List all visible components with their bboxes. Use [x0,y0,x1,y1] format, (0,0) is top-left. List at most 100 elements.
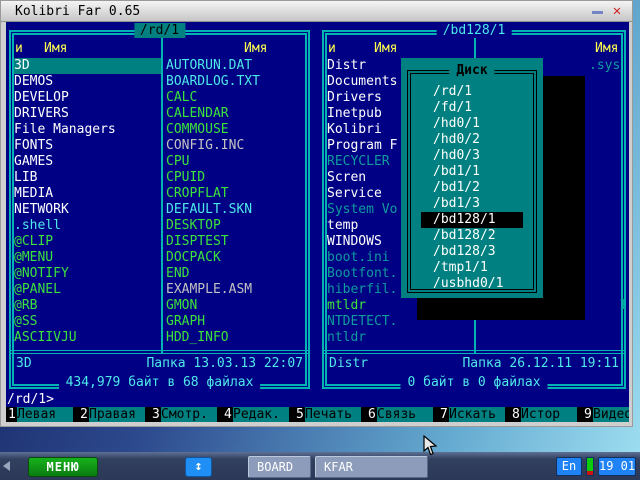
fkey-number: 9 [584,407,593,422]
file-item[interactable]: BOARDLOG.TXT [166,74,309,90]
file-item[interactable]: @MENU [14,250,161,266]
fkey-label: Левая [17,407,73,422]
left-panel-file-list-col1: 3DDEMOSDEVELOPDRIVERSFile ManagersFONTSG… [14,58,161,346]
file-item[interactable]: File Managers [14,122,161,138]
updown-arrows-icon[interactable]: ↕ [185,457,212,477]
file-item[interactable]: CPU [166,154,309,170]
column-header-name[interactable]: Имя [595,41,618,57]
file-item[interactable]: @PANEL [14,282,161,298]
drive-item[interactable]: /hd0/2 [421,132,523,148]
mouse-cursor [423,435,437,460]
file-item[interactable]: CPUID [166,170,309,186]
taskbar: МЕНЮ ↕ BOARD KFAR En 19 01 [0,452,640,480]
file-item[interactable]: HDD_INFO [166,330,309,346]
drive-item[interactable]: /bd1/3 [421,196,523,212]
file-item[interactable]: AUTORUN.DAT [166,58,309,74]
fkey-label: Видео [593,407,629,422]
file-item[interactable]: EXAMPLE.ASM [166,282,309,298]
fkey-label: Печать [305,407,361,422]
fkey-number: 3 [152,407,161,422]
clock[interactable]: 19 01 [598,457,636,476]
file-item[interactable]: LIB [14,170,161,186]
column-header-name[interactable]: Имя [244,41,267,57]
fkey-9[interactable]: 9Видео [584,407,629,422]
fkey-5[interactable]: 5Печать [296,407,361,422]
right-panel-path[interactable]: /bd128/1 [437,23,512,38]
file-item[interactable]: 3D [14,58,161,74]
drive-item[interactable]: /fd/1 [421,100,523,116]
file-item[interactable]: END [166,266,309,282]
file-item[interactable]: DEMOS [14,74,161,90]
start-menu-button[interactable]: МЕНЮ [28,457,98,477]
desktop: Kolibri Far 0.65 ✕ /rd/1 и Имя Имя 3DDEM… [0,0,640,480]
language-indicator[interactable]: En [556,457,582,476]
file-item[interactable]: DOCPACK [166,250,309,266]
file-item[interactable]: @NOTIFY [14,266,161,282]
file-item[interactable]: ASCIIVJU [14,330,161,346]
fkey-1[interactable]: 1Левая [8,407,73,422]
file-item[interactable]: GMON [166,298,309,314]
selected-file-info: Папка 13.03.13 22:07 [146,356,303,372]
drive-item[interactable]: /rd/1 [421,84,523,100]
selected-file-name: 3D [16,356,32,372]
fkey-2[interactable]: 2Правая [80,407,145,422]
drive-item[interactable]: /bd1/1 [421,164,523,180]
file-item[interactable]: @SS [14,314,161,330]
file-item[interactable]: CALENDAR [166,106,309,122]
drive-item[interactable]: /usbhd0/1 [421,276,523,292]
left-panel-bytes-info: 434,979 байт в 68 файлах [59,375,261,390]
fkey-label: Истор [521,407,577,422]
titlebar[interactable]: Kolibri Far 0.65 ✕ [1,1,632,22]
drive-item[interactable]: /bd1/2 [421,180,523,196]
drive-item[interactable]: /hd0/3 [421,148,523,164]
fkey-8[interactable]: 8Истор [512,407,577,422]
file-item[interactable]: CALC [166,90,309,106]
right-panel-bytes-info: 0 байт в 0 файлах [400,375,547,390]
fkey-3[interactable]: 3Смотр. [152,407,217,422]
minimize-icon[interactable] [592,11,603,14]
file-item[interactable]: ntldr [327,330,474,346]
file-item[interactable]: CROPFLAT [166,186,309,202]
file-item[interactable]: DRIVERS [14,106,161,122]
file-item[interactable]: DEVELOP [14,90,161,106]
fkey-7[interactable]: 7Искать [440,407,505,422]
drive-select-dialog: Диск /rd/1/fd/1/hd0/1/hd0/2/hd0/3/bd1/1/… [401,58,543,298]
file-item[interactable]: GRAPH [166,314,309,330]
column-header-name[interactable]: Имя [374,41,397,57]
selected-file-info: Папка 26.12.11 19:11 [462,356,619,372]
drive-list: /rd/1/fd/1/hd0/1/hd0/2/hd0/3/bd1/1/bd1/2… [421,84,523,292]
file-item[interactable]: DESKTOP [166,218,309,234]
drive-item[interactable]: /hd0/1 [421,116,523,132]
file-item[interactable]: COMMOUSE [166,122,309,138]
sort-indicator: и [15,41,23,57]
left-panel-path[interactable]: /rd/1 [134,23,185,38]
drive-item[interactable]: /bd128/2 [421,228,523,244]
fkey-6[interactable]: 6Связь [368,407,433,422]
taskbar-left-arrow-icon[interactable] [3,461,10,471]
file-item[interactable]: MEDIA [14,186,161,202]
drive-item[interactable]: /bd128/3 [421,244,523,260]
command-line[interactable]: /rd/1> [7,393,54,406]
fkey-4[interactable]: 4Редак. [224,407,289,422]
right-panel-status-separator [322,350,626,354]
file-item[interactable]: @CLIP [14,234,161,250]
file-item[interactable]: DEFAULT.SKN [166,202,309,218]
fkey-number: 4 [224,407,233,422]
file-item[interactable]: @RB [14,298,161,314]
column-header-name[interactable]: Имя [44,41,67,57]
partially-hidden-filename: 1 [619,298,627,314]
task-button-board[interactable]: BOARD [248,456,311,478]
file-item[interactable]: DISPTEST [166,234,309,250]
drive-item[interactable]: /bd128/1 [421,212,523,228]
file-item[interactable]: NETWORK [14,202,161,218]
file-item[interactable]: .shell [14,218,161,234]
file-item[interactable]: GAMES [14,154,161,170]
cpu-usage-indicator[interactable] [586,457,594,476]
file-item[interactable]: FONTS [14,138,161,154]
fkey-number: 8 [512,407,521,422]
close-icon[interactable]: ✕ [610,3,624,19]
file-item[interactable]: CONFIG.INC [166,138,309,154]
fkey-label: Связь [377,407,433,422]
task-button-kfar[interactable]: KFAR [315,456,428,478]
drive-item[interactable]: /tmp1/1 [421,260,523,276]
